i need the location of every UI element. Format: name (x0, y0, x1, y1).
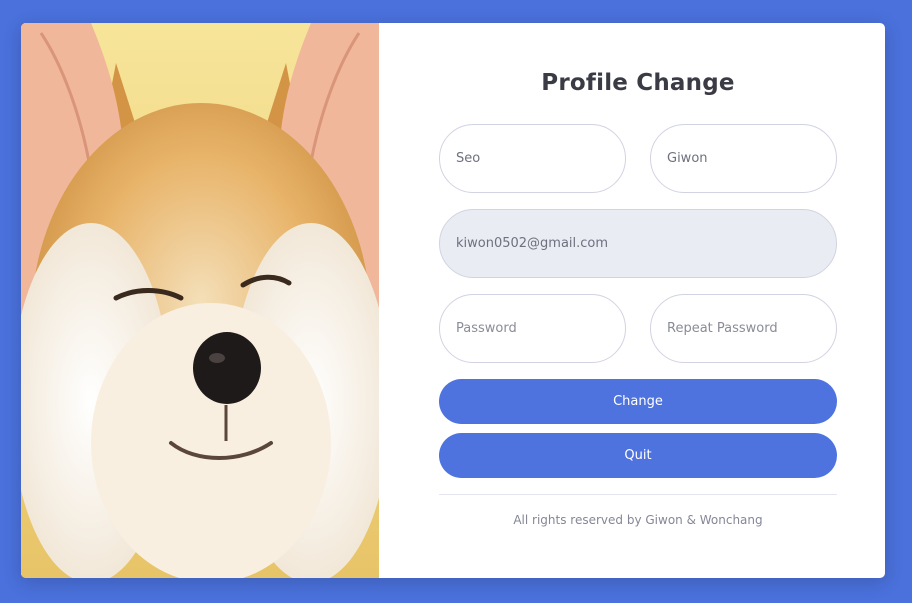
last-name-field[interactable] (650, 124, 837, 193)
dog-photo (21, 23, 379, 578)
email-field[interactable] (439, 209, 837, 278)
repeat-password-field[interactable] (650, 294, 837, 363)
profile-card: Profile Change Change Quit All rights re… (21, 23, 885, 578)
quit-button[interactable]: Quit (439, 433, 837, 478)
footer-text: All rights reserved by Giwon & Wonchang (513, 513, 763, 527)
change-button[interactable]: Change (439, 379, 837, 424)
page-title: Profile Change (541, 70, 735, 96)
first-name-field[interactable] (439, 124, 626, 193)
profile-form-panel: Profile Change Change Quit All rights re… (379, 23, 885, 578)
footer-divider (439, 494, 837, 495)
password-field[interactable] (439, 294, 626, 363)
